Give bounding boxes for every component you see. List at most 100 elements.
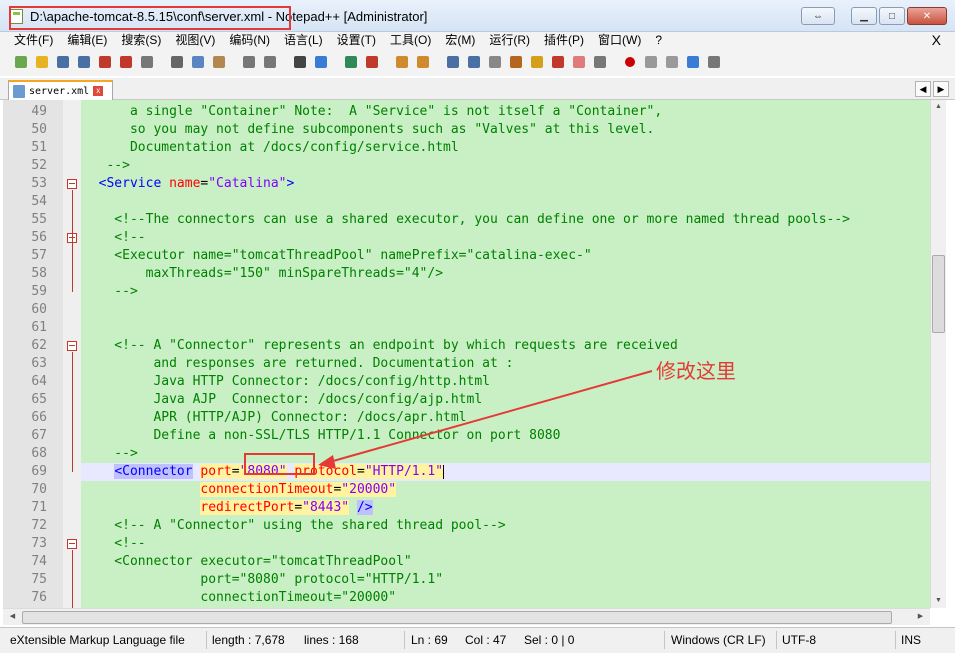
toolbar-separator xyxy=(231,53,237,71)
code-line[interactable]: 60 xyxy=(3,301,930,319)
minimize-button[interactable]: ▁ xyxy=(851,7,877,25)
scroll-down-icon[interactable]: ▼ xyxy=(931,594,946,608)
code-line[interactable]: 56 <!-- xyxy=(3,229,930,247)
menu-item[interactable]: 搜索(S) xyxy=(121,32,161,48)
maximize-button[interactable]: □ xyxy=(879,7,905,25)
menu-item[interactable]: 视图(V) xyxy=(175,32,215,48)
code-line[interactable]: 55 <!--The connectors can use a shared e… xyxy=(3,211,930,229)
record-macro-icon[interactable] xyxy=(621,53,639,71)
code-line[interactable]: 63 and responses are returned. Documenta… xyxy=(3,355,930,373)
code-line[interactable]: 76 connectionTimeout="20000" xyxy=(3,589,930,607)
menu-item[interactable]: 宏(M) xyxy=(445,32,475,48)
code-line[interactable]: 69 <Connector port="8080" protocol="HTTP… xyxy=(31,463,930,481)
fold-toggle-icon[interactable] xyxy=(67,341,77,351)
copy-icon[interactable] xyxy=(189,53,207,71)
status-bar: eXtensible Markup Language file length :… xyxy=(0,627,955,653)
fold-toggle-icon[interactable] xyxy=(67,179,77,189)
undo-icon[interactable] xyxy=(240,53,258,71)
code-line[interactable]: 52 --> xyxy=(3,157,930,175)
code-editor[interactable]: 49 a single "Container" Note: A "Service… xyxy=(0,100,930,608)
horizontal-scrollbar[interactable]: ◀ ▶ xyxy=(3,608,930,625)
new-file-icon[interactable] xyxy=(12,53,30,71)
zoom-out-icon[interactable] xyxy=(363,53,381,71)
code-line[interactable]: 64 Java HTTP Connector: /docs/config/htt… xyxy=(3,373,930,391)
replace-icon[interactable] xyxy=(312,53,330,71)
vertical-scroll-thumb[interactable] xyxy=(932,255,945,333)
code-token: <!-- xyxy=(83,536,146,551)
menu-item[interactable]: 语言(L) xyxy=(284,32,323,48)
function-list-icon[interactable] xyxy=(549,53,567,71)
menu-item[interactable]: 文件(F) xyxy=(14,32,53,48)
show-all-chars-icon[interactable] xyxy=(465,53,483,71)
close-icon[interactable] xyxy=(96,53,114,71)
tab-right-icon[interactable]: ▶ xyxy=(933,81,949,97)
menu-item[interactable]: 插件(P) xyxy=(544,32,584,48)
close-all-icon[interactable] xyxy=(117,53,135,71)
code-line[interactable]: 62 <!-- A "Connector" represents an endp… xyxy=(3,337,930,355)
find-icon[interactable] xyxy=(291,53,309,71)
code-line[interactable]: 51 Documentation at /docs/config/service… xyxy=(3,139,930,157)
tab-server-xml[interactable]: server.xml x xyxy=(8,80,113,100)
udl-icon[interactable] xyxy=(507,53,525,71)
code-line[interactable]: 57 <Executor name="tomcatThreadPool" nam… xyxy=(3,247,930,265)
menu-item[interactable]: ? xyxy=(655,32,662,48)
scroll-right-icon[interactable]: ▶ xyxy=(913,610,928,624)
code-line[interactable]: 68 --> xyxy=(3,445,930,463)
save-macro-icon[interactable] xyxy=(705,53,723,71)
code-line[interactable]: 54 xyxy=(3,193,930,211)
scroll-left-icon[interactable]: ◀ xyxy=(5,610,20,624)
menu-item[interactable]: 编码(N) xyxy=(229,32,270,48)
monitor-icon[interactable] xyxy=(591,53,609,71)
menu-item[interactable]: 运行(R) xyxy=(489,32,530,48)
code-line[interactable]: 67 Define a non-SSL/TLS HTTP/1.1 Connect… xyxy=(3,427,930,445)
code-line[interactable]: 58 maxThreads="150" minSpareThreads="4"/… xyxy=(3,265,930,283)
code-text: <!--The connectors can use a shared exec… xyxy=(83,211,850,229)
code-line[interactable]: 70 connectionTimeout="20000" xyxy=(3,481,930,499)
code-line[interactable]: 65 Java AJP Connector: /docs/config/ajp.… xyxy=(3,391,930,409)
menu-item[interactable]: 工具(O) xyxy=(390,32,431,48)
vertical-scrollbar[interactable]: ▲ ▼ xyxy=(930,100,946,608)
code-line[interactable]: 59 --> xyxy=(3,283,930,301)
scroll-up-icon[interactable]: ▲ xyxy=(931,100,946,114)
code-text: APR (HTTP/AJP) Connector: /docs/apr.html xyxy=(83,409,466,427)
horizontal-scroll-thumb[interactable] xyxy=(22,611,892,624)
sync-v-icon[interactable] xyxy=(393,53,411,71)
paste-icon[interactable] xyxy=(210,53,228,71)
run-macro-multiple-icon[interactable] xyxy=(684,53,702,71)
code-line[interactable]: 75 port="8080" protocol="HTTP/1.1" xyxy=(3,571,930,589)
menu-item[interactable]: 窗口(W) xyxy=(598,32,641,48)
save-all-icon[interactable] xyxy=(75,53,93,71)
code-line[interactable]: 61 xyxy=(3,319,930,337)
doc-map-icon[interactable] xyxy=(528,53,546,71)
code-line[interactable]: 71 redirectPort="8443" /> xyxy=(3,499,930,517)
swap-icon[interactable]: ⇔ xyxy=(801,7,835,25)
word-wrap-icon[interactable] xyxy=(444,53,462,71)
code-line[interactable]: 66 APR (HTTP/AJP) Connector: /docs/apr.h… xyxy=(3,409,930,427)
close-document-button[interactable]: X xyxy=(932,32,941,48)
menu-item[interactable]: 设置(T) xyxy=(337,32,376,48)
code-line[interactable]: 74 <Connector executor="tomcatThreadPool… xyxy=(3,553,930,571)
folder-workspace-icon[interactable] xyxy=(570,53,588,71)
fold-toggle-icon[interactable] xyxy=(67,539,77,549)
code-line[interactable]: 53 <Service name="Catalina"> xyxy=(3,175,930,193)
tab-left-icon[interactable]: ◀ xyxy=(915,81,931,97)
code-token: "20000" xyxy=(341,482,397,497)
cut-icon[interactable] xyxy=(168,53,186,71)
close-tab-icon[interactable]: x xyxy=(93,86,104,96)
sync-h-icon[interactable] xyxy=(414,53,432,71)
open-file-icon[interactable] xyxy=(33,53,51,71)
redo-icon[interactable] xyxy=(261,53,279,71)
code-line[interactable]: 72 <!-- A "Connector" using the shared t… xyxy=(3,517,930,535)
indent-guide-icon[interactable] xyxy=(486,53,504,71)
save-icon[interactable] xyxy=(54,53,72,71)
code-token: --> xyxy=(83,158,130,173)
play-macro-icon[interactable] xyxy=(663,53,681,71)
close-button[interactable]: ✕ xyxy=(907,7,947,25)
zoom-in-icon[interactable] xyxy=(342,53,360,71)
code-line[interactable]: 49 a single "Container" Note: A "Service… xyxy=(3,103,930,121)
menu-item[interactable]: 编辑(E) xyxy=(67,32,107,48)
stop-record-icon[interactable] xyxy=(642,53,660,71)
code-line[interactable]: 73 <!-- xyxy=(3,535,930,553)
code-line[interactable]: 50 so you may not define subcomponents s… xyxy=(3,121,930,139)
print-icon[interactable] xyxy=(138,53,156,71)
